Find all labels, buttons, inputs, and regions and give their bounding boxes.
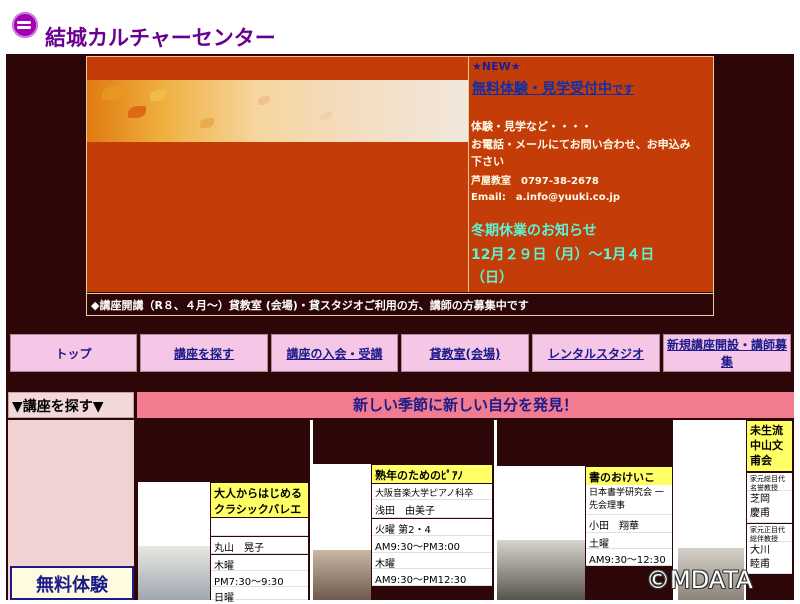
course-schedule: AM9:30～PM12:30 [372, 569, 492, 586]
nav-top[interactable]: トップ [10, 334, 137, 372]
course-title[interactable]: 書のおけいこ [586, 467, 672, 485]
site-title[interactable]: 結城カルチャーセンター [45, 22, 276, 52]
calligraphy-photo [497, 540, 585, 600]
nav-enroll[interactable]: 講座の入会・受講 [271, 334, 398, 372]
promo-main[interactable]: 無料体験・見学受付中 [472, 81, 612, 97]
notice-title: 冬期休業のお知らせ [471, 223, 597, 239]
nav-rental-room[interactable]: 貸教室(会場) [401, 334, 529, 372]
course-schedule: AM9:30～12:30 [586, 549, 672, 566]
new-badge: ★NEW★ [472, 60, 521, 73]
notice-dates: 12月２９日（月）～1月４日 [471, 247, 655, 263]
course-instructor: 芝岡 慶甫 [747, 491, 792, 523]
watermark: ©MDATA [646, 566, 753, 594]
info-line: お電話・メールにてお問い合わせ、お申込み [471, 138, 691, 151]
course-title[interactable]: 大人からはじめるクラシックバレエ [211, 483, 308, 517]
promo-suffix[interactable]: です [612, 83, 634, 96]
course-title[interactable]: 熟年のためのﾋﾟｱﾉ [372, 465, 492, 483]
course-schedule: PM7:30～9:30 [211, 571, 308, 588]
search-header: ▼講座を探す▼ [8, 392, 134, 418]
nav-find-course[interactable]: 講座を探す [140, 334, 268, 372]
promo-link[interactable]: 無料体験・見学受付中です [472, 78, 634, 98]
season-banner: 新しい季節に新しい自分を発見！ [137, 392, 794, 418]
logo-swirl-icon[interactable] [12, 12, 38, 38]
course-instructor: 大川 睦甫 [747, 542, 792, 574]
nav-rental-studio[interactable]: レンタルスタジオ [532, 334, 660, 372]
info-line: 体験・見学など・・・・ [471, 120, 592, 133]
course-schedule: 日曜 [211, 587, 308, 604]
course-schedule: 土曜 [586, 533, 672, 550]
course-affiliation: 家元正目代総伴教授 [747, 524, 792, 543]
course-schedule: 木曜 [211, 555, 308, 572]
course-schedule: 木曜 [372, 553, 492, 570]
course-affiliation: 家元総目代名誉教授 [747, 473, 792, 492]
course-instructor: 丸山 晃子 [211, 537, 308, 554]
phone-line: 芦屋教室 0797-38-2678 [471, 176, 599, 187]
notice-dates-end: （日） [471, 270, 513, 286]
course-blank [211, 518, 308, 536]
info-line: 下さい [471, 155, 504, 168]
free-trial-button[interactable]: 無料体験 [10, 566, 134, 600]
course-instructor: 浅田 由美子 [372, 500, 492, 518]
course-instructor: 小田 翔華 [586, 515, 672, 533]
course-affiliation: 大阪音楽大学ピアノ科卒 [372, 484, 492, 500]
course-schedule: AM9:30～PM3:00 [372, 536, 492, 553]
piano-photo [313, 550, 371, 600]
course-affiliation: 日本書学研究会 一先会理事 [586, 485, 672, 515]
news-ticker: ◆講座開講（R８、４月～）貸教室 (会場)・貸スタジオご利用の方、講師の方募集中… [87, 293, 713, 315]
nav-new-course[interactable]: 新規講座開設・講師募集 [663, 334, 791, 372]
ballet-photo [138, 546, 210, 600]
course-schedule: 火曜 第2・4 [372, 519, 492, 536]
course-title[interactable]: 未生流中山文甫会 [747, 421, 792, 471]
email-line[interactable]: Email: a.info@yuuki.co.jp [471, 188, 620, 203]
